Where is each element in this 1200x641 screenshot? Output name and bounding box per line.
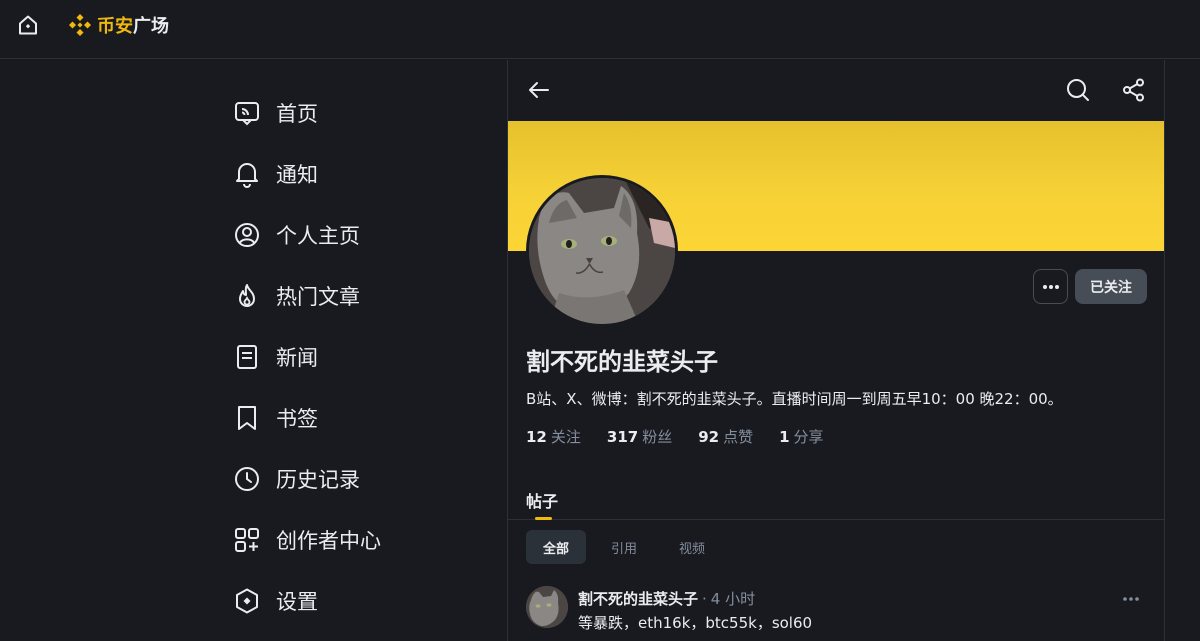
brand-logo[interactable]: 币安广场: [67, 12, 169, 38]
news-icon: [232, 342, 262, 372]
sidebar-nav: 首页 通知 个人主页 热门文章 新闻 书签 历史记录 创作者中心 设置: [232, 82, 472, 631]
stat-followers[interactable]: 317 粉丝: [607, 426, 672, 447]
sidebar-item-settings[interactable]: 设置: [232, 570, 472, 631]
brand-name: 币安广场: [97, 16, 169, 37]
sidebar-item-label: 个人主页: [276, 223, 360, 248]
sidebar-item-label: 设置: [276, 589, 318, 614]
sidebar-item-label: 通知: [276, 162, 318, 187]
settings-icon: [232, 586, 262, 616]
sidebar-item-label: 书签: [276, 406, 318, 431]
sidebar-item-home[interactable]: 首页: [232, 82, 472, 143]
profile-avatar[interactable]: [526, 175, 678, 327]
avatar-image: [529, 178, 675, 324]
sidebar-item-bookmarks[interactable]: 书签: [232, 387, 472, 448]
profile-bio: B站、X、微博：割不死的韭菜头子。直播时间周一到周五早10：00 晚22：00。: [526, 390, 1063, 408]
sidebar-item-label: 历史记录: [276, 467, 360, 492]
tab-posts[interactable]: 帖子: [526, 488, 558, 512]
fire-icon: [232, 281, 262, 311]
post-time: 4 小时: [710, 590, 756, 608]
profile-header: [508, 60, 1164, 121]
post-separator: ·: [702, 590, 707, 608]
sidebar-item-history[interactable]: 历史记录: [232, 448, 472, 509]
profile-stats: 12 关注 317 粉丝 92 点赞 1 分享: [526, 426, 850, 447]
sidebar-item-label: 创作者中心: [276, 528, 381, 553]
post-body: 等暴跌，eth16k，btc55k，sol60: [578, 614, 813, 632]
following-button[interactable]: 已关注: [1075, 269, 1147, 304]
stat-likes[interactable]: 92 点赞: [698, 426, 753, 447]
share-icon[interactable]: [1121, 77, 1147, 103]
stat-following[interactable]: 12 关注: [526, 426, 581, 447]
active-tab-indicator: [535, 517, 552, 520]
filter-quotes[interactable]: 引用: [594, 530, 654, 564]
post-filters: 全部 引用 视频: [526, 530, 722, 564]
filter-videos[interactable]: 视频: [662, 530, 722, 564]
profile-name: 割不死的韭菜头子: [526, 348, 718, 376]
post-author[interactable]: 割不死的韭菜头子: [578, 590, 698, 608]
filter-all[interactable]: 全部: [526, 530, 587, 564]
sidebar-item-notifications[interactable]: 通知: [232, 143, 472, 204]
more-dots-icon: [1042, 284, 1059, 289]
top-bar: 币安广场: [0, 0, 1200, 59]
stat-shares[interactable]: 1 分享: [779, 426, 823, 447]
home-icon[interactable]: [17, 14, 39, 36]
profile-panel: 已关注 割不死的韭菜头子 B站、X、微博：割不死的韭菜头子。直播时间周一到周五早…: [507, 60, 1165, 641]
binance-logo-icon: [69, 14, 91, 36]
sidebar-item-label: 首页: [276, 101, 318, 126]
sidebar-item-news[interactable]: 新闻: [232, 326, 472, 387]
sidebar-item-label: 新闻: [276, 345, 318, 370]
post-more-icon[interactable]: [1118, 590, 1144, 608]
user-circle-icon: [232, 220, 262, 250]
more-options-button[interactable]: [1033, 269, 1068, 304]
sidebar-item-profile[interactable]: 个人主页: [232, 204, 472, 265]
sidebar-item-trending[interactable]: 热门文章: [232, 265, 472, 326]
clock-icon: [232, 464, 262, 494]
sidebar-item-label: 热门文章: [276, 284, 360, 309]
grid-icon: [232, 525, 262, 555]
search-icon[interactable]: [1065, 77, 1091, 103]
back-arrow-icon[interactable]: [527, 78, 551, 102]
post-header: 割不死的韭菜头子 · 4 小时: [578, 588, 755, 609]
content-tabs: 帖子: [508, 480, 1164, 520]
bell-icon: [232, 159, 262, 189]
avatar[interactable]: [526, 586, 568, 628]
home-feed-icon: [232, 98, 262, 128]
bookmark-icon: [232, 403, 262, 433]
sidebar-item-creator-center[interactable]: 创作者中心: [232, 509, 472, 570]
